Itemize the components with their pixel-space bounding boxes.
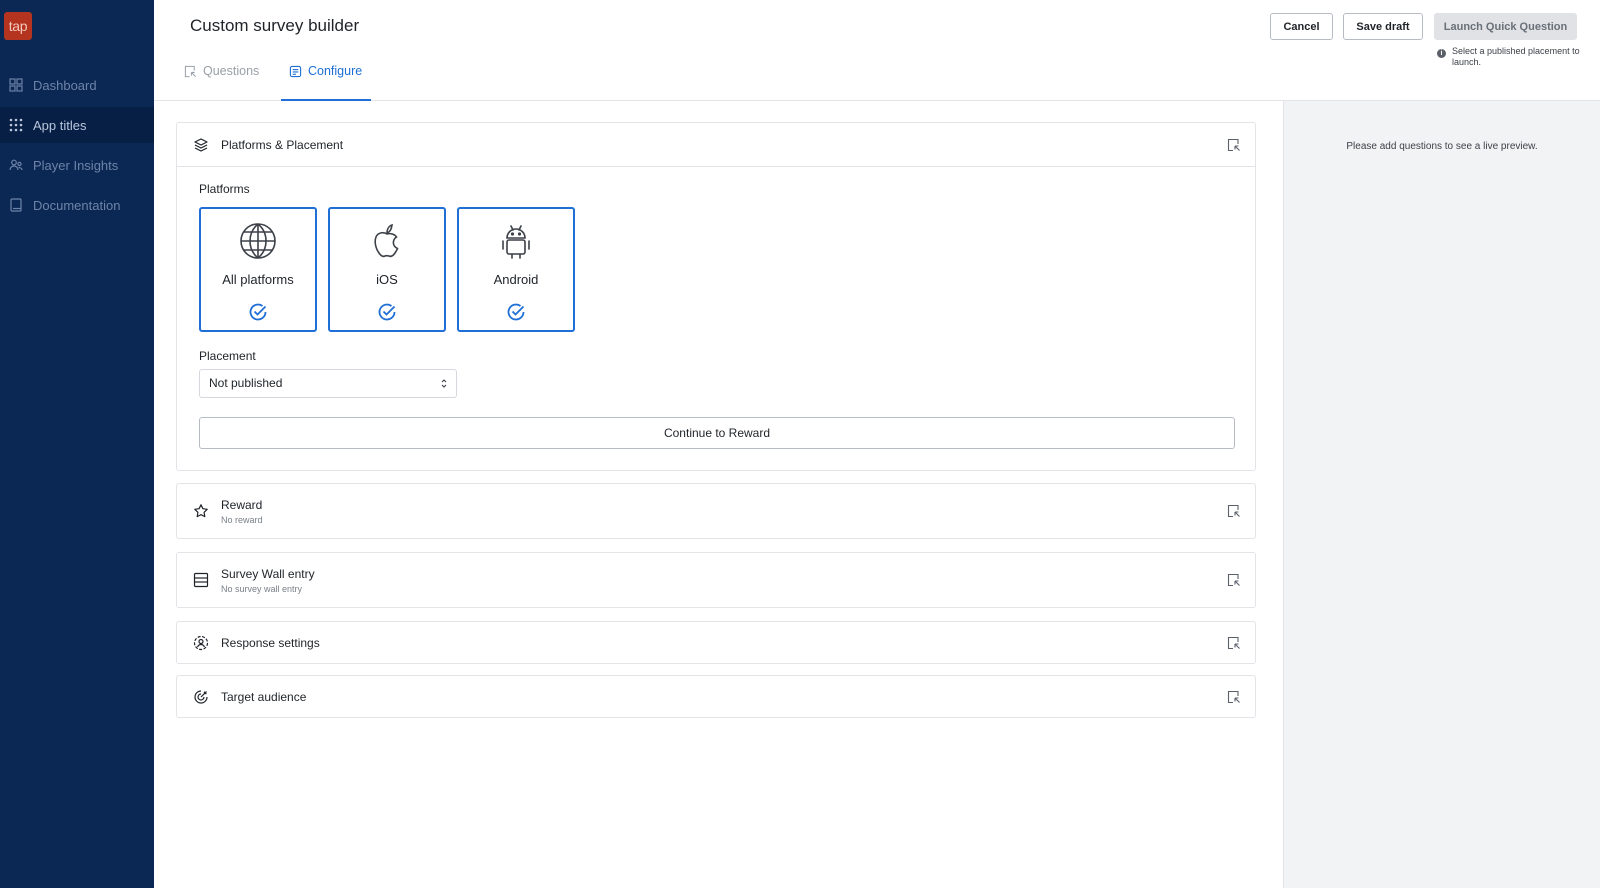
users-icon: [9, 159, 23, 171]
edit-icon[interactable]: [1227, 636, 1241, 650]
response-settings-header[interactable]: Response settings: [177, 622, 1255, 664]
book-icon: [10, 198, 22, 212]
platforms-label: Platforms: [199, 182, 250, 196]
platform-label: All platforms: [222, 272, 294, 287]
layers-icon: [194, 137, 208, 152]
reward-header[interactable]: Reward No reward: [177, 484, 1255, 538]
live-preview-panel: Please add questions to see a live previ…: [1283, 101, 1600, 888]
logo[interactable]: tap: [4, 12, 32, 40]
launch-hint-text: Select a published placement to launch.: [1452, 46, 1580, 67]
save-draft-button[interactable]: Save draft: [1343, 13, 1423, 40]
section-subtitle: No survey wall entry: [221, 583, 303, 594]
launch-quick-question-button[interactable]: Launch Quick Question: [1434, 13, 1577, 40]
section-title: Response settings: [221, 636, 320, 650]
platform-label: iOS: [376, 272, 398, 287]
apps-icon: [9, 118, 23, 132]
target-audience-card[interactable]: Target audience: [176, 675, 1256, 718]
placement-value: Not published: [209, 376, 283, 390]
preview-placeholder: Please add questions to see a live previ…: [1346, 141, 1538, 152]
platform-option-ios[interactable]: iOS: [328, 207, 446, 332]
edit-icon: [184, 65, 196, 78]
star-icon: [194, 504, 208, 518]
apple-icon: [374, 223, 399, 258]
target-audience-header[interactable]: Target audience: [177, 676, 1255, 718]
globe-icon: [240, 223, 276, 259]
check-circle-icon: [378, 303, 396, 321]
section-title: Reward: [221, 497, 263, 512]
placement-label: Placement: [199, 349, 256, 363]
cancel-button[interactable]: Cancel: [1270, 13, 1333, 40]
check-circle-icon: [507, 303, 525, 321]
list-icon: [193, 572, 209, 588]
check-circle-icon: [249, 303, 267, 321]
grid-icon: [9, 78, 23, 92]
tab-label: Configure: [308, 64, 363, 78]
section-title: Platforms & Placement: [221, 137, 344, 152]
response-settings-card[interactable]: Response settings: [176, 621, 1256, 664]
sidebar-item-documentation[interactable]: Documentation: [0, 187, 154, 223]
edit-icon[interactable]: [1227, 504, 1241, 518]
sidebar: tap Dashboard App titles Player Insights…: [0, 0, 154, 888]
placement-select[interactable]: Not published: [199, 369, 457, 398]
target-icon: [194, 690, 208, 704]
sidebar-item-label: Player Insights: [33, 157, 119, 173]
edit-icon[interactable]: [1227, 573, 1241, 587]
sidebar-item-app-titles[interactable]: App titles: [0, 107, 154, 143]
sidebar-item-player-insights[interactable]: Player Insights: [0, 147, 154, 183]
section-subtitle: No reward: [221, 514, 263, 525]
section-title: Target audience: [221, 690, 307, 704]
survey-wall-entry-header[interactable]: Survey Wall entry No survey wall entry: [177, 553, 1255, 607]
sidebar-item-label: Dashboard: [33, 77, 97, 93]
platform-label: Android: [493, 272, 539, 287]
tab-configure[interactable]: Configure: [281, 64, 371, 101]
platforms-placement-header[interactable]: Platforms & Placement: [177, 123, 1255, 167]
edit-icon[interactable]: [1227, 138, 1241, 152]
chevron-updown-icon: [441, 379, 447, 388]
android-icon: [502, 225, 530, 259]
tab-questions[interactable]: Questions: [184, 64, 259, 101]
sidebar-item-label: App titles: [33, 117, 87, 133]
survey-wall-entry-card[interactable]: Survey Wall entry No survey wall entry: [176, 552, 1256, 608]
edit-icon[interactable]: [1227, 690, 1241, 704]
section-title: Survey Wall entry: [221, 566, 315, 581]
sidebar-item-dashboard[interactable]: Dashboard: [0, 67, 154, 103]
platform-option-android[interactable]: Android: [457, 207, 575, 332]
settings-panel-icon: [289, 65, 302, 78]
platform-option-all[interactable]: All platforms: [199, 207, 317, 332]
reward-card[interactable]: Reward No reward: [176, 483, 1256, 539]
launch-hint: i Select a published placement to launch…: [1437, 46, 1587, 68]
platforms-placement-card: Platforms & Placement Platforms All plat…: [176, 122, 1256, 471]
user-circle-icon: [193, 635, 209, 651]
continue-to-reward-button[interactable]: Continue to Reward: [199, 417, 1235, 449]
page-title: Custom survey builder: [190, 16, 360, 35]
info-icon: i: [1437, 49, 1446, 58]
sidebar-item-label: Documentation: [33, 197, 121, 213]
tab-label: Questions: [203, 64, 260, 78]
